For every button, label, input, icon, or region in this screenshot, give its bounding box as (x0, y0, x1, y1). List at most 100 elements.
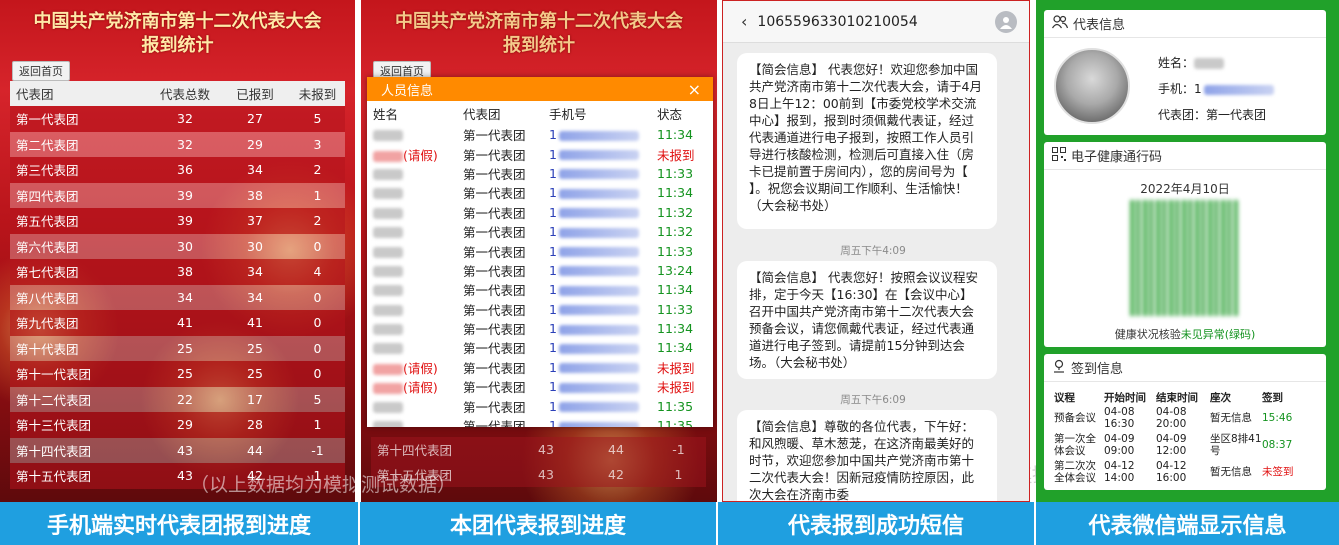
table-row[interactable]: 第五代表团 39 37 2 (10, 208, 345, 234)
member-row[interactable]: 第一代表团 1 11:34 (367, 280, 713, 299)
table-cell: 34 (247, 162, 263, 178)
caption-sms: 代表报到成功短信 (718, 502, 1034, 545)
member-phone: 1 (549, 379, 657, 394)
seat-info: 暂无信息 (1210, 465, 1252, 478)
table-cell: 5 (313, 391, 322, 407)
start-time: 04-08 16:30 (1104, 405, 1135, 430)
member-team: 第一代表团 (463, 360, 526, 376)
table-cell: 1 (674, 467, 683, 482)
table-cell: 25 (247, 340, 263, 356)
member-team: 第一代表团 (463, 205, 526, 221)
table-row[interactable]: 第一代表团 32 27 5 (10, 106, 345, 132)
table-cell: 第十二代表团 (16, 392, 92, 408)
member-team: 第一代表团 (463, 147, 526, 163)
sms-timestamp: 周五下午6:09 (840, 394, 906, 406)
watermark-text: （以上数据均为模拟测试数据） (190, 474, 457, 496)
member-phone: 1 (549, 340, 657, 355)
table-row[interactable]: 第十二代表团 22 17 5 (10, 386, 345, 412)
table-header: 代表团 代表总数 已报到 未报到 (10, 81, 345, 106)
table-cell: 0 (313, 340, 322, 356)
col-team: 代表团 (16, 87, 54, 102)
table-row[interactable]: 第三代表团 36 34 2 (10, 157, 345, 183)
table-cell: 25 (177, 366, 193, 382)
back-arrow-icon[interactable]: ‹ (741, 12, 747, 31)
seat-info: 暂无信息 (1210, 411, 1252, 424)
member-status: 11:35 (657, 398, 694, 414)
sms-timestamp: 周五下午4:09 (840, 245, 906, 257)
leave-tag: (请假) (403, 360, 438, 376)
table-cell: 第十四代表团 (377, 443, 453, 458)
table-cell: 2 (313, 213, 322, 229)
table-row[interactable]: 第十三代表团 29 28 1 (10, 412, 345, 438)
member-team: 第一代表团 (463, 322, 526, 338)
end-time: 04-08 20:00 (1156, 405, 1187, 430)
table-row[interactable]: 第七代表团 38 34 4 (10, 259, 345, 285)
member-team: 第一代表团 (463, 283, 526, 299)
member-row[interactable]: 第一代表团 1 11:34 (367, 125, 713, 144)
table-cell: 39 (177, 213, 193, 229)
member-status: 11:35 (657, 418, 694, 427)
member-status: 13:24 (657, 262, 694, 278)
table-row[interactable]: 第十一代表团 25 25 0 (10, 361, 345, 387)
member-phone: 1 (549, 282, 657, 297)
modal-title: 人员信息 (381, 83, 434, 99)
location-icon (1052, 359, 1066, 377)
member-name (367, 205, 463, 220)
panel-wechat: 代表信息 姓名： 手机：1 代表团：第一代表团 电子健康通行码 2022年4月1… (1036, 0, 1339, 502)
member-row[interactable]: (请假) 第一代表团 1 未报到 (367, 377, 713, 396)
contact-avatar-icon[interactable] (995, 11, 1017, 33)
member-row[interactable]: (请假) 第一代表团 1 未报到 (367, 358, 713, 377)
table-cell: 3 (313, 136, 322, 152)
member-row[interactable]: 第一代表团 1 11:34 (367, 319, 713, 338)
back-home-button[interactable]: 返回首页 (12, 61, 70, 81)
member-row[interactable]: 第一代表团 1 11:32 (367, 203, 713, 222)
table-row[interactable]: 第二代表团 32 29 3 (10, 131, 345, 157)
member-row[interactable]: 第一代表团 1 11:34 (367, 183, 713, 202)
table-cell: 41 (177, 315, 193, 331)
table-cell: 第五代表团 (16, 214, 79, 230)
member-row[interactable]: 第一代表团 1 11:35 (367, 396, 713, 415)
member-row[interactable]: (请假) 第一代表团 1 未报到 (367, 144, 713, 163)
member-row[interactable]: 第一代表团 1 13:24 (367, 261, 713, 280)
sign-time: 未签到 (1262, 465, 1294, 478)
member-team: 第一代表团 (463, 128, 526, 144)
member-team: 第一代表团 (463, 399, 526, 415)
health-date: 2022年4月10日 (1140, 182, 1230, 196)
member-name (367, 321, 463, 336)
delegate-phone: 手机：1 (1158, 80, 1274, 97)
member-row[interactable]: 第一代表团 1 11:34 (367, 338, 713, 357)
table-cell: 第一代表团 (16, 112, 79, 128)
panel-team-progress: 中国共产党济南市第十二次代表大会 报到统计 返回首页 代表团 代表总数 已报到 … (0, 0, 355, 502)
table-header: 议程 开始时间 结束时间 座次 签到 (1054, 392, 1283, 404)
table-row[interactable]: 第四代表团 39 38 1 (10, 182, 345, 208)
col-arrived: 已报到 (236, 87, 274, 102)
sign-time: 08:37 (1262, 438, 1293, 451)
sign-time: 15:46 (1262, 411, 1293, 424)
table-row[interactable]: 第十代表团 25 25 0 (10, 335, 345, 361)
member-name (367, 282, 463, 297)
member-row[interactable]: 第一代表团 1 11:33 (367, 164, 713, 183)
table-row[interactable]: 第九代表团 41 41 0 (10, 310, 345, 336)
table-row[interactable]: 第十四代表团 43 44 -1 (10, 437, 345, 463)
member-row[interactable]: 第一代表团 1 11:35 (367, 416, 713, 427)
member-name: (请假) (367, 358, 463, 377)
member-row[interactable]: 第一代表团 1 11:32 (367, 222, 713, 241)
close-icon[interactable]: × (688, 80, 701, 99)
member-phone: 1 (549, 399, 657, 414)
health-status: 健康状况核验未见异常(绿码) (1114, 328, 1256, 341)
member-status: 11:34 (657, 185, 694, 201)
member-row[interactable]: 第一代表团 1 11:33 (367, 241, 713, 260)
table-cell: 44 (608, 442, 624, 457)
table-row[interactable]: 第六代表团 30 30 0 (10, 233, 345, 259)
table-row[interactable]: 第八代表团 34 34 0 (10, 284, 345, 310)
table-cell: 1 (313, 187, 322, 203)
member-status: 11:34 (657, 127, 694, 143)
table-cell: 28 (247, 417, 263, 433)
table-cell: 25 (177, 340, 193, 356)
agenda-name: 第二次次全体会议 (1054, 459, 1096, 484)
avatar (1054, 48, 1130, 124)
member-status: 11:33 (657, 243, 694, 259)
table-cell: 29 (247, 136, 263, 152)
member-row[interactable]: 第一代表团 1 11:33 (367, 300, 713, 319)
table-cell: 17 (247, 391, 263, 407)
